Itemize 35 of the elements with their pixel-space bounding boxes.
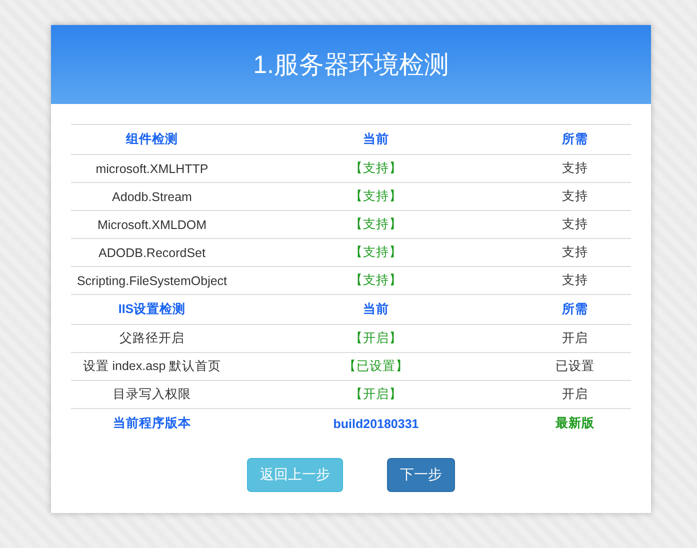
table-cell: ADODB.RecordSet [98,246,206,260]
table-cell: 支持 [562,189,588,203]
table-cell: 当前程序版本 [113,416,191,430]
column-header: 所需 [562,302,588,316]
page-title: 1.服务器环境检测 [253,50,449,81]
table-cell: 支持 [562,161,588,175]
table-cell: 支持 [562,245,588,259]
table-cell: 【已设置】 [344,359,408,373]
table-cell: 支持 [562,273,588,287]
table-cell: 最新版 [556,416,594,430]
table-cell: Microsoft.XMLDOM [97,218,207,232]
table-cell: 设置 index.asp 默认首页 [82,359,222,373]
table-cell: 【支持】 [350,161,402,175]
table-cell: 已设置 [556,359,594,373]
table-cell: 目录写入权限 [113,387,191,401]
column-header: 当前 [363,302,389,316]
column-header: 组件检测 [126,132,178,146]
next-button[interactable]: 下一步 [387,458,455,492]
column-header: 当前 [363,132,389,146]
table-cell: 【开启】 [350,331,402,345]
table-cell: microsoft.XMLHTTP [96,162,208,176]
table-cell: 开启 [562,387,588,401]
table-cell: 【支持】 [350,217,402,231]
column-header: IIS设置检测 [118,302,186,316]
table-cell: 父路径开启 [120,331,184,345]
table-cell: Scripting.FileSystemObject [76,274,228,288]
table-cell: 开启 [562,331,588,345]
table-cell: 【支持】 [350,189,402,203]
table-cell: Adodb.Stream [112,190,192,204]
table-cell: 支持 [562,217,588,231]
table-cell: 【支持】 [350,273,402,287]
column-header: 所需 [562,132,588,146]
table-cell: build20180331 [333,416,419,430]
table-cell: 【支持】 [350,245,402,259]
table-cell: 【开启】 [350,387,402,401]
